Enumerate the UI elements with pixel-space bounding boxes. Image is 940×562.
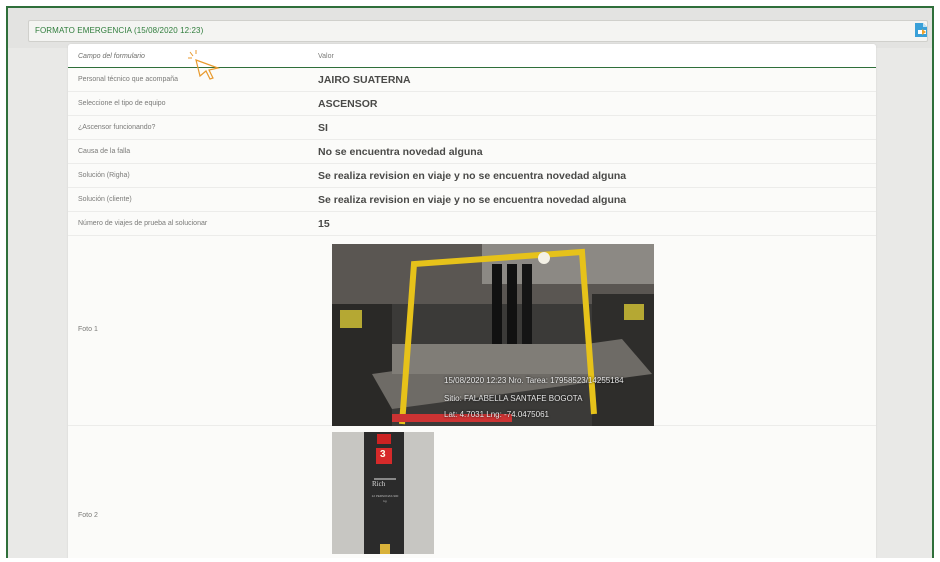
field-value: Se realiza revision en viaje y no se enc… — [318, 194, 627, 206]
column-header-field: Campo del formulario — [78, 53, 145, 60]
field-label: Número de viajes de prueba al solucionar — [78, 220, 208, 227]
table-row: ¿Ascensor funcionando? SI — [68, 116, 876, 140]
field-label: Solución (cliente) — [78, 196, 132, 203]
field-label: Causa de la falla — [78, 148, 131, 155]
table-row: Solución (Righa) Se realiza revision en … — [68, 164, 876, 188]
column-header-value: Valor — [318, 53, 334, 60]
field-value: JAIRO SUATERNA — [318, 74, 411, 86]
field-label: ¿Ascensor funcionando? — [78, 124, 156, 131]
photo-1-caption-site: Sitio: FALABELLA SANTAFE BOGOTA — [444, 394, 583, 403]
capacity-plate: 12 PERSONAS 900 kg — [371, 494, 399, 503]
photo-2-elevator-panel[interactable]: 3 Rich 12 PERSONAS 900 kg — [332, 432, 434, 554]
table-row: Seleccione el tipo de equipo ASCENSOR — [68, 92, 876, 116]
photo-1-elevator-shaft[interactable]: 15/08/2020 12:23 Nro. Tarea: 17958523/14… — [332, 244, 654, 426]
form-details-card: Campo del formulario Valor Personal técn… — [68, 44, 876, 558]
field-label: Solución (Righa) — [78, 172, 130, 179]
field-value: No se encuentra novedad alguna — [318, 146, 483, 158]
table-row: Número de viajes de prueba al solucionar… — [68, 212, 876, 236]
app-frame: FORMATO EMERGENCIA (15/08/2020 12:23) Ca… — [6, 6, 934, 558]
table-row-photo-2: Foto 2 3 Rich 12 PERSONAS 900 kg — [68, 426, 876, 558]
field-value: 15 — [318, 218, 330, 230]
table-row-photo-1: Foto 1 15/08/2020 12:23 Nro. Tarea: 1795… — [68, 236, 876, 426]
elevator-brand-plate: Rich — [372, 480, 386, 488]
form-table: Campo del formulario Valor Personal técn… — [68, 44, 876, 558]
table-row: Causa de la falla No se encuentra noveda… — [68, 140, 876, 164]
field-label: Foto 2 — [78, 512, 98, 519]
photo-1-caption-coordinates: Lat: 4.7031 Lng: -74.0475061 — [444, 410, 549, 419]
pdf-export-icon[interactable] — [914, 22, 928, 38]
field-label: Seleccione el tipo de equipo — [78, 100, 166, 107]
header-band: FORMATO EMERGENCIA (15/08/2020 12:23) — [8, 8, 932, 48]
page-scrollbar[interactable] — [926, 48, 932, 558]
table-row: Solución (cliente) Se realiza revision e… — [68, 188, 876, 212]
form-title-bar[interactable]: FORMATO EMERGENCIA (15/08/2020 12:23) — [28, 20, 928, 42]
pointer-cursor-icon — [188, 50, 221, 80]
floor-display-digit: 3 — [380, 449, 386, 460]
field-value: ASCENSOR — [318, 98, 378, 110]
form-title: FORMATO EMERGENCIA (15/08/2020 12:23) — [35, 26, 204, 35]
field-value: SI — [318, 122, 328, 134]
field-label: Personal técnico que acompaña — [78, 76, 179, 83]
field-value: Se realiza revision en viaje y no se enc… — [318, 170, 627, 182]
photo-1-caption-timestamp: 15/08/2020 12:23 Nro. Tarea: 17958523/14… — [444, 376, 624, 385]
field-label: Foto 1 — [78, 326, 98, 333]
